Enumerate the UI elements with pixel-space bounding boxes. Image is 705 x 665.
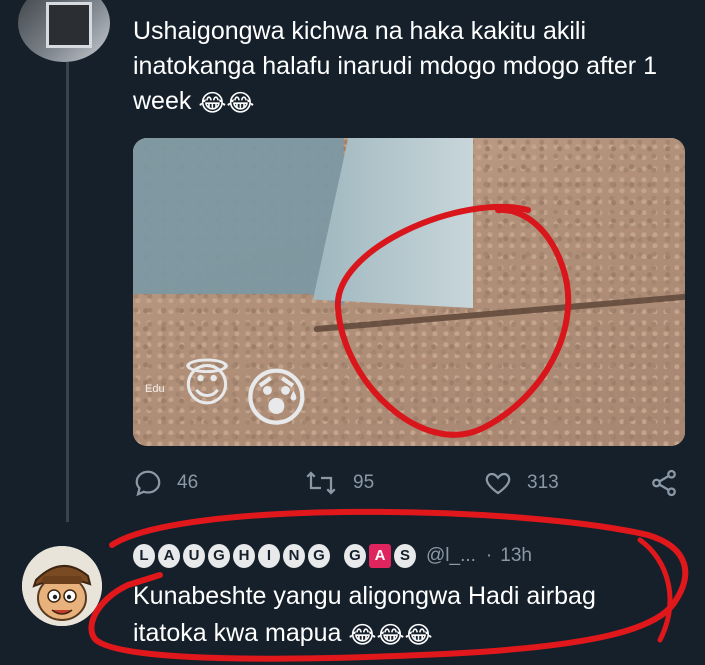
reply-display-name[interactable]: L A U G H I N G G A S (133, 544, 416, 568)
cartoon-face-avatar-icon (22, 546, 102, 626)
laughing-emoji-icon: 😂😂😂 (348, 622, 433, 649)
laughing-emoji-icon: 😂😂 (198, 90, 255, 117)
name-letter: I (258, 544, 280, 568)
name-letter: N (283, 544, 305, 568)
name-letter: H (233, 544, 255, 568)
retweet-icon (306, 471, 336, 495)
avatar[interactable] (18, 0, 110, 62)
reply-text: Kunabeshte yangu aligongwa Hadi airbag i… (133, 578, 673, 652)
reply-button[interactable]: 46 (133, 468, 198, 498)
speech-bubble-icon (135, 470, 161, 497)
name-letter: G (208, 544, 230, 568)
tweet-actions: 46 95 313 (133, 468, 693, 504)
reply-handle[interactable]: @l_... (426, 545, 476, 567)
reply-timestamp[interactable]: 13h (500, 545, 532, 567)
smiling-halo-emoji-icon: 😇 (183, 359, 231, 411)
retweet-button[interactable]: 95 (303, 468, 374, 498)
like-count: 313 (527, 472, 559, 493)
name-space (333, 544, 341, 568)
reply-count: 46 (177, 472, 199, 493)
name-letter: G (308, 544, 330, 568)
like-button[interactable]: 313 (483, 468, 559, 498)
name-letter: U (183, 544, 205, 568)
heart-icon (485, 472, 511, 495)
retweet-count: 95 (353, 472, 375, 493)
share-button[interactable] (649, 468, 679, 498)
reply-header: L A U G H I N G G A S @l_... · 13h (133, 538, 693, 574)
name-letter: L (133, 544, 155, 568)
media-watermark: Edu (145, 383, 165, 395)
name-letter: A (369, 544, 391, 568)
thread-line (66, 62, 69, 522)
reply-avatar[interactable] (22, 546, 102, 626)
tweet-media-image[interactable]: Edu 😇 😰 (133, 138, 685, 446)
tweet-text: Ushaigongwa kichwa na haka kakitu akili … (133, 14, 673, 119)
name-letter: S (394, 544, 416, 568)
name-letter: A (158, 544, 180, 568)
share-icon (652, 469, 676, 497)
anxious-sweat-emoji-icon: 😰 (243, 362, 310, 434)
separator-dot: · (485, 545, 493, 566)
name-letter: G (344, 544, 366, 568)
